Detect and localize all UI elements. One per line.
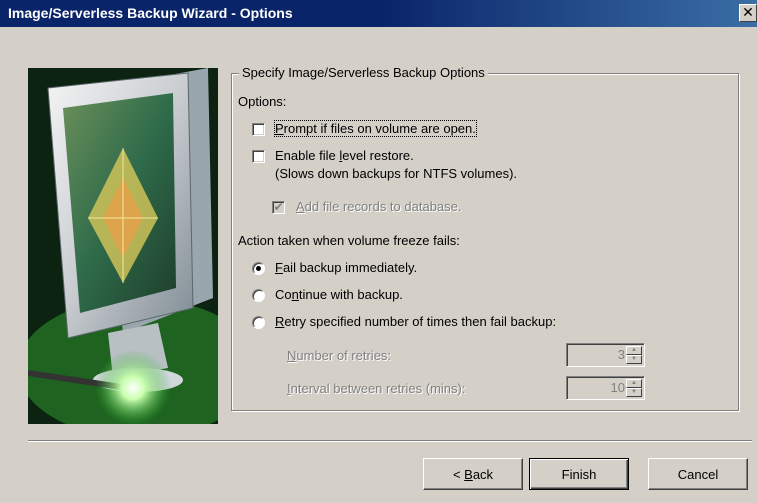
interval-up-arrow-icon[interactable]: ▲ [626,379,642,388]
fail-immediately-radio[interactable] [252,262,265,275]
file-level-restore-note: (Slows down backups for NTFS volumes). [275,166,518,181]
prompt-open-files-label[interactable]: Prompt if files on volume are open. [274,120,477,137]
file-level-restore-label[interactable]: Enable file level restore. [275,148,414,163]
monitor-graphic [28,68,218,424]
freeze-fail-label: Action taken when volume freeze fails: [238,233,460,248]
interval-spin-buttons: ▲ ▼ [626,379,642,397]
window-title: Image/Serverless Backup Wizard - Options [8,5,293,21]
interval-spinner[interactable]: 10 ▲ ▼ [566,376,645,400]
fail-immediately-label[interactable]: Fail backup immediately. [275,260,417,275]
retries-up-arrow-icon[interactable]: ▲ [626,346,642,355]
cancel-button[interactable]: Cancel [648,458,748,490]
title-bar[interactable]: Image/Serverless Backup Wizard - Options… [0,0,757,27]
add-file-records-checkbox[interactable]: ✔ [272,201,285,214]
groupbox-legend: Specify Image/Serverless Backup Options [239,65,488,80]
retry-label[interactable]: Retry specified number of times then fai… [275,314,556,329]
back-button[interactable]: < Back [423,458,523,490]
retries-label: Number of retries: [287,348,392,363]
add-file-records-label[interactable]: Add file records to database. [296,199,462,214]
continue-backup-label[interactable]: Continue with backup. [275,287,403,302]
interval-label: Interval between retries (mins): [287,381,466,396]
close-icon[interactable]: ✕ [739,4,757,22]
retries-down-arrow-icon[interactable]: ▼ [626,355,642,364]
interval-down-arrow-icon[interactable]: ▼ [626,388,642,397]
continue-backup-radio[interactable] [252,289,265,302]
options-label: Options: [238,94,287,109]
interval-value[interactable]: 10 [569,379,625,397]
retry-radio[interactable] [252,316,265,329]
prompt-open-files-checkbox[interactable] [252,123,265,136]
wizard-illustration [28,68,218,424]
retries-value[interactable]: 3 [569,346,625,364]
file-level-restore-checkbox[interactable] [252,150,265,163]
wizard-window: Image/Serverless Backup Wizard - Options… [0,0,757,503]
retries-spin-buttons: ▲ ▼ [626,346,642,364]
button-separator [28,440,752,442]
retries-spinner[interactable]: 3 ▲ ▼ [566,343,645,367]
finish-button[interactable]: Finish [529,458,629,490]
radio-selected-dot [256,266,261,271]
